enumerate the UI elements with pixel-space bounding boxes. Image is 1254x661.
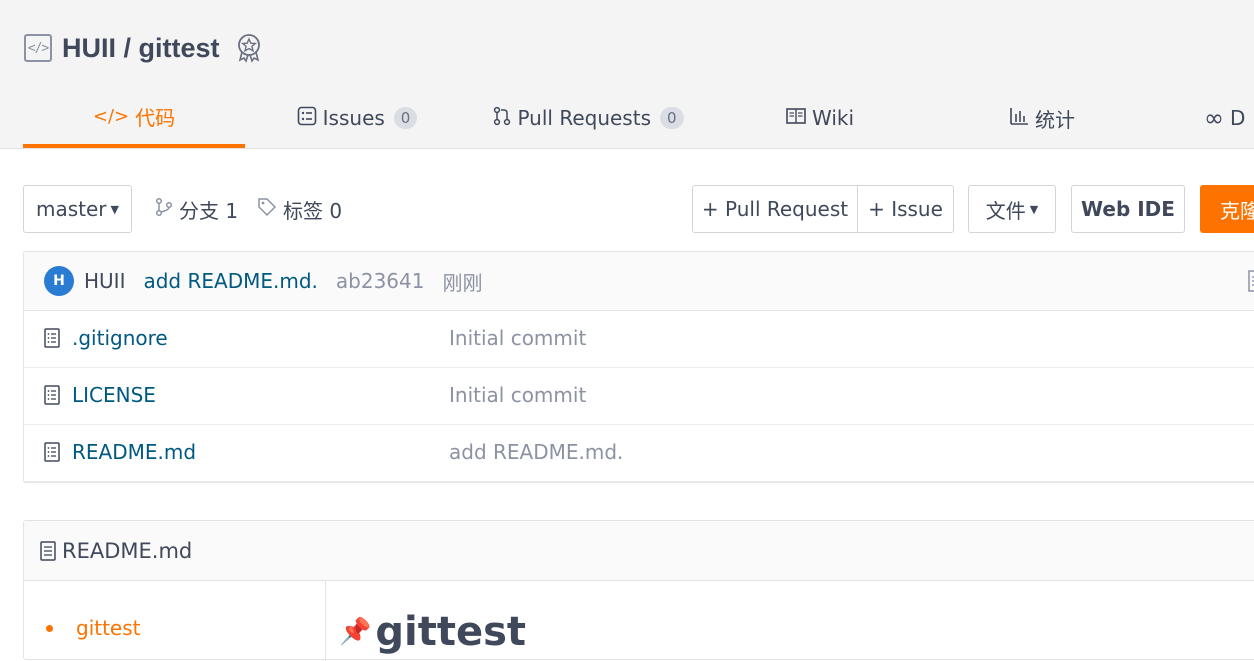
readme-header: README.md: [24, 521, 1254, 581]
repo-header: </> HUII / gittest </> 代码 Issues 0 Pull …: [0, 0, 1254, 149]
tab-wiki[interactable]: Wiki: [785, 88, 855, 148]
pull-request-icon: [493, 106, 511, 131]
recommended-badge-icon: [234, 32, 264, 64]
file-list: H HUII add README.md. ab23641 刚刚 .gitign…: [23, 251, 1254, 483]
file-name[interactable]: LICENSE: [72, 383, 156, 407]
file-name[interactable]: .gitignore: [72, 326, 168, 350]
file-commit-message[interactable]: Initial commit: [449, 383, 586, 407]
avatar[interactable]: H: [44, 266, 74, 296]
tab-code-label: 代码: [135, 105, 176, 130]
toc-item-label: gittest: [76, 616, 141, 640]
file-row: .gitignore Initial commit: [24, 311, 1254, 368]
file-menu-label: 文件: [985, 198, 1026, 223]
tab-issues-label: Issues: [322, 106, 385, 130]
tab-code[interactable]: </> 代码: [23, 88, 245, 148]
web-ide-button[interactable]: Web IDE: [1071, 185, 1185, 233]
commit-author[interactable]: HUII: [84, 269, 125, 293]
stats-icon: [1009, 106, 1029, 131]
readme-filename: README.md: [62, 538, 193, 563]
file-name[interactable]: README.md: [72, 440, 196, 464]
new-pull-request-button[interactable]: + Pull Request: [692, 185, 858, 233]
file-row: LICENSE Initial commit: [24, 368, 1254, 425]
file-commit-message[interactable]: add README.md.: [449, 440, 623, 464]
clone-button[interactable]: 克隆: [1200, 185, 1254, 233]
readme-file-icon: [40, 540, 56, 561]
bullet-icon: [46, 624, 53, 632]
caret-down-icon: ▼: [110, 202, 119, 216]
code-icon: </>: [92, 105, 130, 127]
file-icon: [44, 328, 60, 348]
tags-link[interactable]: 标签 0: [257, 185, 342, 233]
branch-select-value: master: [36, 197, 107, 221]
caret-down-icon: ▼: [1029, 202, 1039, 216]
pushpin-icon: 📌: [339, 617, 372, 647]
wiki-icon: [786, 107, 806, 130]
tab-wiki-label: Wiki: [811, 106, 855, 130]
commit-message[interactable]: add README.md.: [143, 269, 317, 293]
new-issue-button[interactable]: + Issue: [857, 185, 954, 233]
readme-toc: gittest: [24, 581, 326, 661]
repo-toolbar: master ▼ 分支 1 标签 0 + Pull Request + Issu…: [23, 185, 1254, 233]
branch-icon: [155, 197, 173, 222]
repo-title: </> HUII / gittest: [24, 30, 264, 66]
pull-requests-count-badge: 0: [659, 107, 684, 129]
issues-icon: [297, 106, 317, 131]
tab-issues[interactable]: Issues 0: [297, 88, 418, 148]
tab-devops[interactable]: ∞ D: [1204, 88, 1254, 148]
branch-select[interactable]: master ▼: [23, 185, 132, 233]
branches-link[interactable]: 分支 1: [155, 185, 238, 233]
readme-heading-text: gittest: [375, 609, 527, 655]
tab-devops-label: D: [1230, 106, 1246, 130]
commit-time: 刚刚: [442, 270, 483, 295]
file-menu-button[interactable]: 文件 ▼: [968, 185, 1056, 233]
file-row: README.md add README.md.: [24, 425, 1254, 482]
repo-name[interactable]: HUII / gittest: [62, 33, 220, 64]
issues-count-badge: 0: [393, 107, 418, 129]
repo-tabs: </> 代码 Issues 0 Pull Requests 0 Wiki 统计 …: [23, 88, 1254, 148]
readme-heading: 📌 gittest: [339, 609, 526, 655]
tab-pull-requests-label: Pull Requests: [517, 106, 651, 130]
file-icon: [44, 442, 60, 462]
latest-commit-bar: H HUII add README.md. ab23641 刚刚: [24, 252, 1254, 311]
branches-label: 分支 1: [179, 198, 239, 223]
toc-item[interactable]: gittest: [46, 616, 141, 640]
readme-panel: README.md gittest 📌 gittest: [23, 520, 1254, 661]
tab-pull-requests[interactable]: Pull Requests 0: [493, 88, 684, 148]
commit-sha[interactable]: ab23641: [336, 269, 425, 293]
file-icon: [44, 385, 60, 405]
tab-stats-label: 统计: [1035, 107, 1075, 132]
file-commit-message[interactable]: Initial commit: [449, 326, 586, 350]
repo-code-icon: </>: [24, 34, 52, 62]
tags-label: 标签 0: [283, 198, 343, 223]
tag-icon: [257, 197, 277, 222]
history-icon[interactable]: [1248, 270, 1254, 297]
devops-icon: ∞: [1204, 104, 1224, 132]
tab-stats[interactable]: 统计: [1006, 88, 1078, 148]
